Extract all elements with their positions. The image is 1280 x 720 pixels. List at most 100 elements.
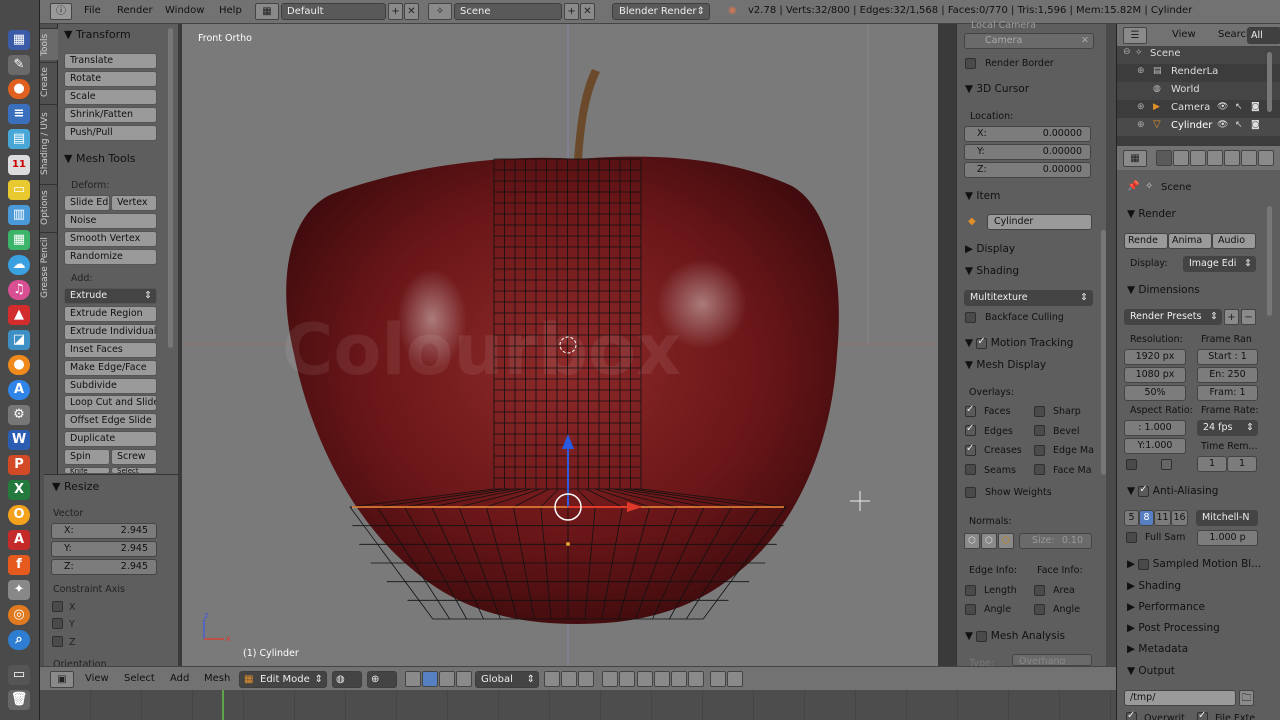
resize-z-field[interactable]: Z: 2.945 bbox=[51, 559, 157, 575]
select-button[interactable]: Select bbox=[111, 467, 157, 474]
resolution-x-field[interactable]: 1920 px bbox=[1124, 349, 1186, 365]
cursor-y-field[interactable]: Y: 0.00000 bbox=[964, 144, 1091, 160]
display-select[interactable]: Image Edi ⇕ bbox=[1183, 256, 1256, 272]
chat-icon[interactable]: ☁ bbox=[8, 255, 30, 275]
face-select-mode-icon[interactable] bbox=[578, 671, 594, 687]
face-area-checkbox[interactable] bbox=[1034, 585, 1045, 596]
settings-icon[interactable]: ✎ bbox=[8, 55, 30, 75]
aa-samples-11[interactable]: 11 bbox=[1154, 510, 1171, 526]
modifiers-tab-icon[interactable] bbox=[1241, 150, 1257, 166]
word-icon[interactable]: W bbox=[8, 430, 30, 450]
constraint-x-checkbox[interactable] bbox=[52, 601, 63, 612]
aa-filter-select[interactable]: Mitchell-N bbox=[1196, 510, 1258, 526]
edges-checkbox[interactable] bbox=[965, 423, 976, 436]
pivot-point-select[interactable]: ⊕ bbox=[367, 671, 397, 688]
red-app-icon[interactable]: ▲ bbox=[8, 305, 30, 325]
push-pull-button[interactable]: Push/Pull bbox=[64, 125, 157, 141]
panel-shading-title[interactable]: ▼ Shading bbox=[965, 265, 1019, 277]
menu-window[interactable]: Window bbox=[165, 5, 204, 16]
vertex-normals-icon[interactable]: ⬡ bbox=[964, 533, 980, 549]
panel-output-title[interactable]: ▼ Output bbox=[1127, 665, 1175, 677]
excel-icon[interactable]: X bbox=[8, 480, 30, 500]
blender-icon[interactable]: ◎ bbox=[8, 605, 30, 625]
translate-button[interactable]: Translate bbox=[64, 53, 157, 69]
scene-selector-icon[interactable]: ✧ bbox=[428, 3, 452, 20]
outliner-editor-type-icon[interactable]: ☰ bbox=[1123, 27, 1147, 44]
render-animation-button[interactable]: Anima bbox=[1168, 233, 1212, 249]
tool-shelf-scrollbar[interactable] bbox=[168, 28, 173, 348]
panel-motion-tracking-title[interactable]: ▼ Motion Tracking bbox=[965, 336, 1073, 350]
tab-shading-uvs[interactable]: Shading / UVs bbox=[40, 104, 58, 182]
layout-selector-icon[interactable]: ▦ bbox=[255, 3, 279, 20]
loop-cut-slide-button[interactable]: Loop Cut and Slide bbox=[64, 395, 157, 411]
scale-manipulator-icon[interactable] bbox=[456, 671, 472, 687]
scene-field[interactable]: Scene bbox=[454, 3, 562, 20]
transform-orientation-select[interactable]: Global ⇕ bbox=[475, 671, 539, 688]
creases-checkbox[interactable] bbox=[965, 443, 976, 456]
menu-select[interactable]: Select bbox=[124, 673, 155, 684]
proportional-falloff-icon[interactable] bbox=[619, 671, 635, 687]
aspect-y-field[interactable]: Y:1.000 bbox=[1124, 438, 1186, 454]
panel-display-title[interactable]: ▶ Display bbox=[965, 243, 1015, 255]
outliner-view-menu[interactable]: View bbox=[1172, 29, 1196, 40]
outliner-row-camera[interactable]: ⊕ ▶ Camera 👁 ↖ ◙ bbox=[1117, 100, 1280, 118]
tab-grease-pencil[interactable]: Grease Pencil bbox=[40, 232, 58, 302]
outliner-scrollbar[interactable] bbox=[1267, 52, 1272, 112]
panel-dimensions-title[interactable]: ▼ Dimensions bbox=[1127, 284, 1200, 296]
remove-preset-button[interactable]: − bbox=[1241, 309, 1256, 325]
renderable-camera-icon[interactable]: ◙ bbox=[1251, 120, 1260, 130]
menu-render[interactable]: Render bbox=[117, 5, 153, 16]
resolution-percent-field[interactable]: 50% bbox=[1124, 385, 1186, 401]
circle-app-icon[interactable]: O bbox=[8, 505, 30, 525]
translate-manipulator-icon[interactable] bbox=[422, 671, 438, 687]
opengl-render-icon[interactable] bbox=[710, 671, 726, 687]
outliner-display-select[interactable]: All Sce bbox=[1247, 27, 1280, 56]
panel-post-processing-title[interactable]: ▶ Post Processing bbox=[1127, 622, 1220, 634]
shading-mode-select[interactable]: Multitexture ⇕ bbox=[964, 290, 1093, 306]
menu-icon[interactable]: ▭ bbox=[8, 665, 30, 685]
knife-button[interactable]: Knife bbox=[64, 467, 110, 474]
extrude-individual-button[interactable]: Extrude Individual bbox=[64, 324, 157, 340]
panel-mesh-analysis-title[interactable]: ▼ Mesh Analysis bbox=[965, 630, 1065, 642]
add-scene-button[interactable]: + bbox=[564, 3, 579, 20]
viewport-canvas[interactable]: Colourbox z x bbox=[182, 24, 938, 666]
tab-options[interactable]: Options bbox=[40, 184, 58, 230]
tools-icon[interactable]: ✦ bbox=[8, 580, 30, 600]
menu-add[interactable]: Add bbox=[170, 673, 189, 684]
panel-item-title[interactable]: ▼ Item bbox=[965, 190, 1000, 202]
settings-gear-icon[interactable]: ⚙ bbox=[8, 405, 30, 425]
mode-select[interactable]: ▦ Edit Mode ⇕ bbox=[239, 671, 327, 688]
aa-samples-8[interactable]: 8 bbox=[1139, 510, 1154, 526]
trash-icon[interactable]: 🗑 bbox=[8, 690, 30, 710]
powerpoint-icon[interactable]: P bbox=[8, 455, 30, 475]
border-checkbox[interactable] bbox=[1126, 459, 1137, 470]
manipulator-toggle-icon[interactable] bbox=[405, 671, 421, 687]
aspect-x-field[interactable]: : 1.000 bbox=[1124, 420, 1186, 436]
panel-transform-title[interactable]: ▼ Transform bbox=[64, 28, 131, 41]
3d-viewport[interactable]: Colourbox z x Front Ortho (1) Cylinder bbox=[182, 24, 938, 666]
split-normals-icon[interactable]: ⬡ bbox=[981, 533, 997, 549]
slide-edge-button[interactable]: Slide Ed bbox=[64, 195, 110, 211]
snap-toggle-icon[interactable] bbox=[637, 671, 653, 687]
screw-button[interactable]: Screw bbox=[111, 449, 157, 465]
panel-sampled-motion-blur-title[interactable]: ▶ Sampled Motion Bl... bbox=[1127, 558, 1261, 570]
menu-view[interactable]: View bbox=[85, 673, 109, 684]
proportional-edit-icon[interactable] bbox=[602, 671, 618, 687]
cursor-z-field[interactable]: Z: 0.00000 bbox=[964, 162, 1091, 178]
mesh-analysis-checkbox[interactable] bbox=[976, 630, 988, 642]
seams-checkbox[interactable] bbox=[965, 464, 976, 475]
smooth-vertex-button[interactable]: Smooth Vertex bbox=[64, 231, 157, 247]
extrude-region-button[interactable]: Extrude Region bbox=[64, 306, 157, 322]
resize-x-field[interactable]: X: 2.945 bbox=[51, 523, 157, 539]
outliner-row-cylinder[interactable]: ⊕ ▽ Cylinder 👁 ↖ ◙ bbox=[1117, 118, 1280, 136]
collapse-icon[interactable]: ⊖ bbox=[1123, 47, 1131, 57]
resize-y-field[interactable]: Y: 2.945 bbox=[51, 541, 157, 557]
panel-metadata-title[interactable]: ▶ Metadata bbox=[1127, 643, 1188, 655]
properties-editor-type-icon[interactable]: ▦ bbox=[1123, 150, 1147, 167]
data-tab-icon[interactable] bbox=[1258, 150, 1274, 166]
snap-options-icon[interactable] bbox=[688, 671, 704, 687]
world-tab-icon[interactable] bbox=[1207, 150, 1223, 166]
font-app-icon[interactable]: f bbox=[8, 555, 30, 575]
properties-scrollbar[interactable] bbox=[1267, 206, 1272, 316]
panel-shading-title[interactable]: ▶ Shading bbox=[1127, 580, 1181, 592]
